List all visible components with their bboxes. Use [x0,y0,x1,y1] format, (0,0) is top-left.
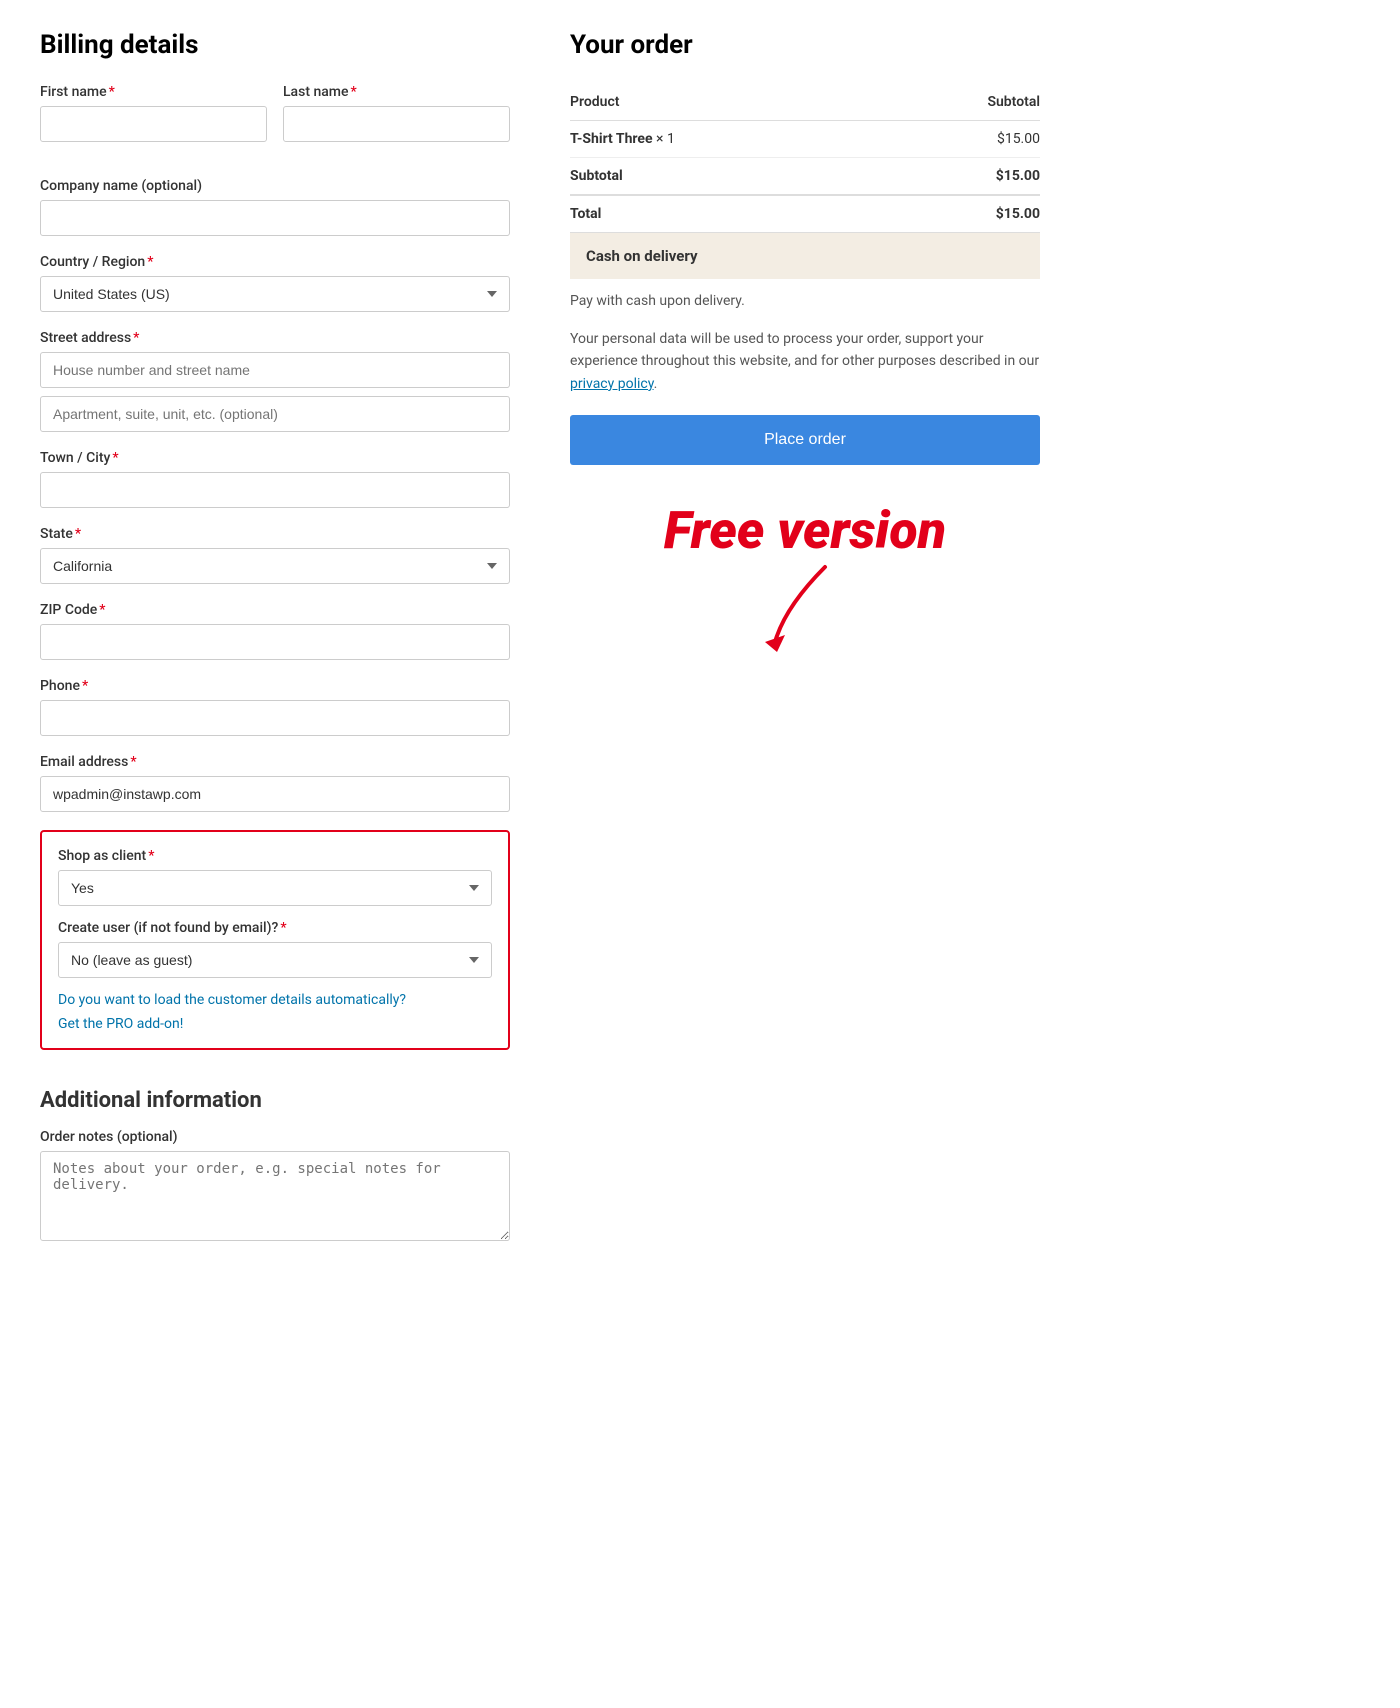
load-customer-link[interactable]: Do you want to load the customer details… [58,992,492,1008]
street-label: Street address* [40,330,510,346]
total-value: $15.00 [883,195,1040,232]
email-input[interactable] [40,776,510,812]
order-section: Your order Product Subtotal T-Shirt Thre… [570,30,1040,1068]
order-item-row: T-Shirt Three × 1 $15.00 [570,121,1040,158]
place-order-button[interactable]: Place order [570,415,1040,465]
total-row: Total $15.00 [570,195,1040,232]
country-select[interactable]: United States (US) [40,276,510,312]
free-version-arrow-icon [745,557,865,657]
zip-label: ZIP Code* [40,602,510,618]
create-user-label: Create user (if not found by email)?* [58,920,492,936]
shop-as-client-select[interactable]: Yes No [58,870,492,906]
street-line1-input[interactable] [40,352,510,388]
shop-as-client-label: Shop as client* [58,848,492,864]
col-product: Product [570,84,883,121]
state-label: State* [40,526,510,542]
billing-section: Billing details First name* Last name* [40,30,510,1068]
total-label: Total [570,195,883,232]
col-subtotal: Subtotal [883,84,1040,121]
state-select[interactable]: California [40,548,510,584]
street-line2-input[interactable] [40,396,510,432]
order-notes-label: Order notes (optional) [40,1129,510,1145]
email-label: Email address* [40,754,510,770]
payment-method-box: Cash on delivery [570,232,1040,279]
create-user-select[interactable]: No (leave as guest) Yes [58,942,492,978]
country-label: Country / Region* [40,254,510,270]
free-version-text: Free version [570,505,1040,557]
get-pro-link[interactable]: Get the PRO add-on! [58,1016,492,1032]
subtotal-label: Subtotal [570,158,883,196]
zip-input[interactable] [40,624,510,660]
item-name: T-Shirt Three × 1 [570,121,883,158]
first-name-input[interactable] [40,106,267,142]
company-input[interactable] [40,200,510,236]
order-table: Product Subtotal T-Shirt Three × 1 $15.0… [570,84,1040,232]
company-label: Company name (optional) [40,178,510,194]
last-name-label: Last name* [283,84,510,100]
first-name-label: First name* [40,84,267,100]
item-subtotal: $15.00 [883,121,1040,158]
subtotal-value: $15.00 [883,158,1040,196]
town-input[interactable] [40,472,510,508]
privacy-policy-link[interactable]: privacy policy [570,376,654,392]
payment-method-title: Cash on delivery [586,247,698,265]
subtotal-row: Subtotal $15.00 [570,158,1040,196]
payment-description: Pay with cash upon delivery. [570,291,1040,312]
free-version-annotation: Free version [570,505,1040,657]
additional-section: Additional information Order notes (opti… [40,1088,510,1263]
last-name-input[interactable] [283,106,510,142]
billing-title: Billing details [40,30,510,60]
additional-title: Additional information [40,1088,510,1113]
phone-label: Phone* [40,678,510,694]
pro-box: Shop as client* Yes No Create user (if n… [40,830,510,1050]
privacy-note: Your personal data will be used to proce… [570,328,1040,395]
order-notes-input[interactable] [40,1151,510,1241]
order-title: Your order [570,30,1040,60]
phone-input[interactable] [40,700,510,736]
town-label: Town / City* [40,450,510,466]
